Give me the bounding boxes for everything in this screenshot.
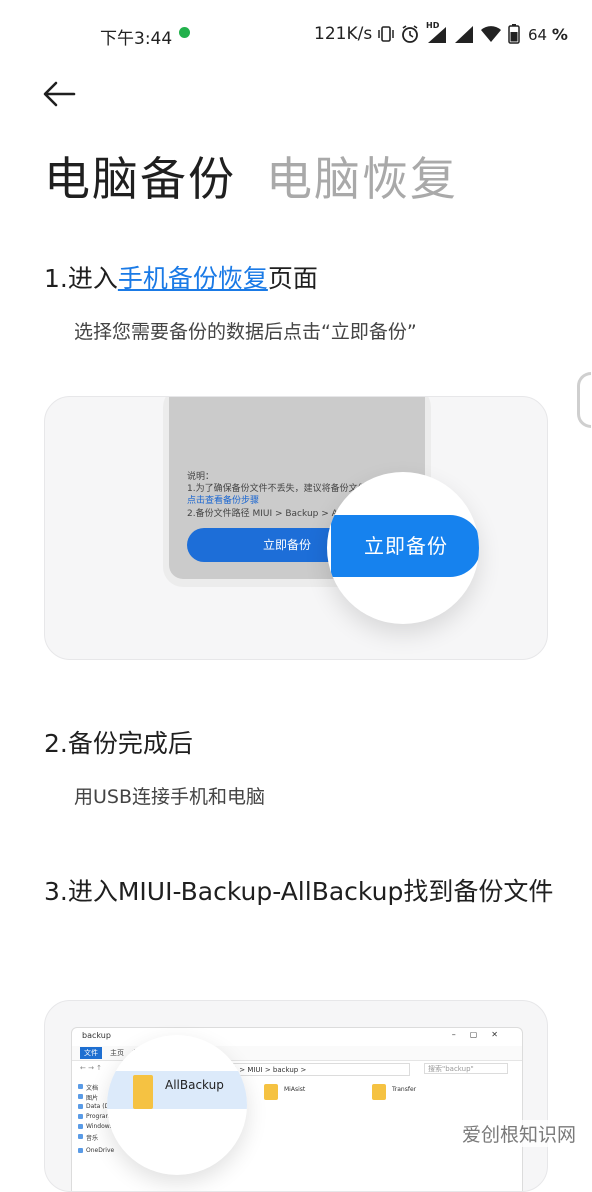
- step-1-title: 1.进入手机备份恢复页面: [44, 264, 318, 293]
- zoom-magnifier: AllBackup: [107, 1035, 247, 1175]
- back-button[interactable]: [40, 76, 80, 112]
- arrow-left-icon: [43, 81, 76, 107]
- signal-hd-icon: HD: [426, 21, 448, 44]
- edge-gesture-handle[interactable]: [577, 372, 591, 428]
- folder-icon: [264, 1084, 278, 1100]
- signal-icon: [455, 26, 473, 43]
- window-controls: –▢✕: [451, 1030, 512, 1039]
- backup-illustration: 说明： 1.为了确保备份文件不丢失，建议将备份文件保存 点击查看备份步骤 2.备…: [44, 396, 548, 660]
- zoom-backup-button: 立即备份: [331, 515, 479, 577]
- step-1-description: 选择您需要备份的数据后点击“立即备份”: [74, 321, 417, 343]
- wechat-icon: [179, 27, 190, 38]
- status-bar: 下午3:44 121K/s HD 64 %: [0, 0, 592, 68]
- nav-item: OneDrive: [77, 1147, 115, 1154]
- zoom-magnifier: 立即备份: [327, 472, 479, 624]
- alarm-icon: [402, 25, 418, 43]
- note-link: 点击查看备份步骤: [187, 496, 260, 506]
- tab-bar: 电脑备份 电脑恢复: [44, 143, 458, 209]
- step-2-description: 用USB连接手机和电脑: [74, 786, 266, 808]
- search-box: 搜索"backup": [424, 1063, 508, 1074]
- status-time: 下午3:44: [100, 29, 173, 49]
- tab-pc-restore[interactable]: 电脑恢复: [266, 143, 458, 209]
- ribbon-tab-file: 文件: [80, 1047, 102, 1059]
- nav-arrows-icon: ← → ↑: [80, 1064, 103, 1072]
- folder-icon: [133, 1075, 153, 1109]
- vibrate-icon: [378, 26, 394, 42]
- folder-icon: [372, 1084, 386, 1100]
- battery-icon: [508, 24, 520, 44]
- nav-item: 文档: [77, 1084, 99, 1092]
- status-icons: HD 64 %: [378, 21, 568, 46]
- folder-label-allbackup: AllBackup: [165, 1078, 224, 1092]
- note-line-2: 2.备份文件路径 MIUI > Backup > AllBa: [187, 509, 355, 519]
- window-title: backup: [82, 1031, 111, 1040]
- tab-pc-backup[interactable]: 电脑备份: [44, 143, 236, 209]
- nav-item: 音乐: [77, 1134, 99, 1142]
- step-2-title: 2.备份完成后: [44, 729, 193, 758]
- window-titlebar: backup –▢✕: [72, 1028, 522, 1046]
- watermark: 爱创根知识网: [458, 1120, 581, 1147]
- wifi-icon: [481, 26, 501, 42]
- folder-label: MiAsist: [284, 1086, 306, 1093]
- battery-percent: 64 %: [528, 24, 568, 44]
- ribbon-tab-home: 主页: [110, 1049, 124, 1057]
- step-3-title: 3.进入MIUI-Backup-AllBackup找到备份文件: [44, 877, 554, 906]
- explorer-illustration: backup –▢✕ 文件 主页 共享 ← → ↑ 存储设备 > MIUI > …: [44, 1000, 548, 1192]
- nav-item: 图片: [77, 1094, 99, 1102]
- folder-label: Transfer: [392, 1086, 417, 1093]
- network-speed: 121K/s: [314, 24, 373, 44]
- phone-backup-link[interactable]: 手机备份恢复: [118, 264, 268, 293]
